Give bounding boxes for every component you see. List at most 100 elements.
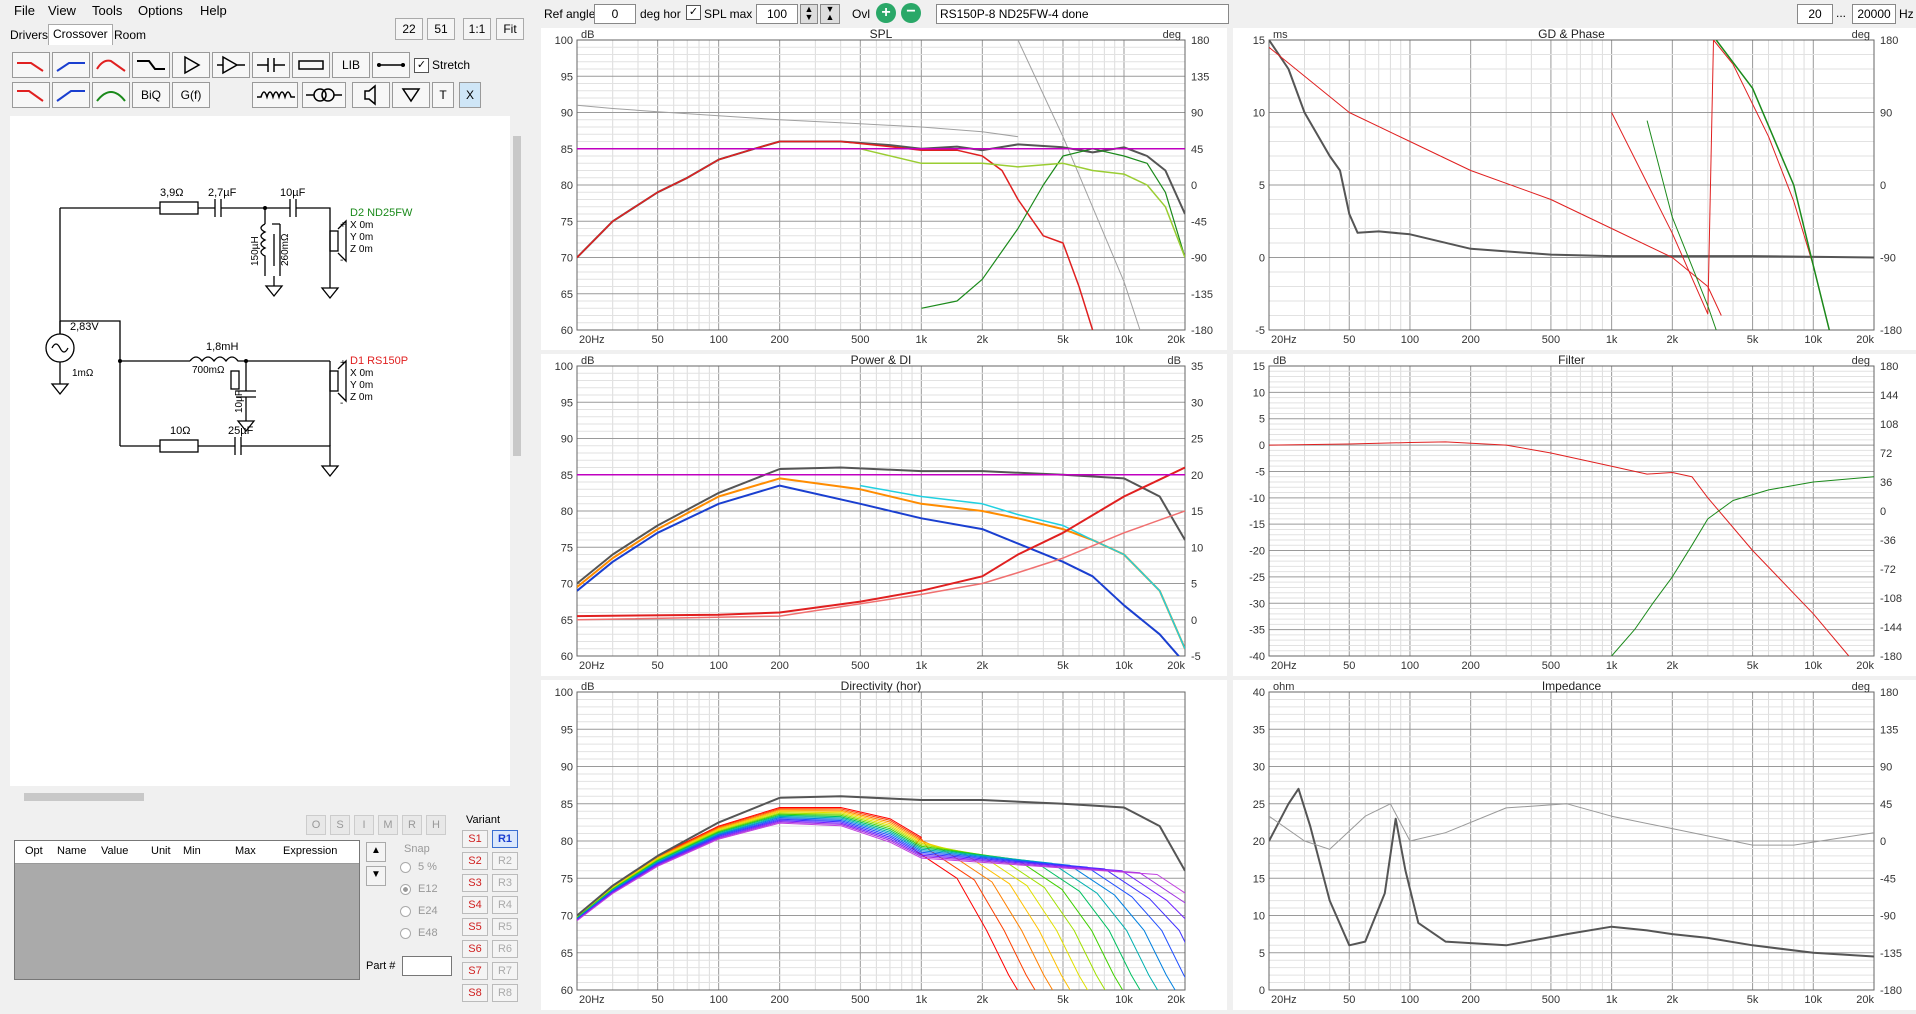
x-tick-20hz: 20Hz [1271, 994, 1297, 1006]
directivity-chart[interactable]: 20Hz 50 100 200 500 1k 2k 5k 10k 20k 100 95 90 85 80 75… [541, 680, 1227, 1010]
allpass-button[interactable] [132, 52, 170, 78]
snap-5pct-radio[interactable] [400, 862, 411, 873]
y-right-tick: -180 [1880, 985, 1902, 997]
library-button[interactable]: LIB [332, 52, 370, 78]
variant-r2-button[interactable]: R2 [492, 852, 518, 870]
opt-m-button[interactable]: M [378, 815, 398, 835]
power-di-chart[interactable]: 20Hz 50 100 200 500 1k 2k 5k 10k 20k 100 95 90 85 80 75… [541, 354, 1227, 676]
y-right-tick: 144 [1880, 390, 1898, 402]
snap-e12-radio[interactable] [400, 884, 411, 895]
menu-options[interactable]: Options [138, 3, 183, 18]
highpass-blue-2-button[interactable] [52, 82, 90, 108]
variant-r4-button[interactable]: R4 [492, 896, 518, 914]
opt-o-button[interactable]: O [306, 815, 326, 835]
move-up-button[interactable]: ▲ [366, 842, 386, 862]
zoom-1to1-button[interactable]: 1:1 [463, 18, 491, 40]
y-left-tick: 25 [1253, 799, 1265, 811]
amplifier-button[interactable] [172, 52, 210, 78]
filter-chart[interactable]: 20Hz 50 100 200 500 1k 2k 5k 10k 20k 15 10 5 0 -5 -10 -1… [1233, 354, 1916, 676]
variant-s4-button[interactable]: S4 [462, 896, 488, 914]
freq-min-input[interactable]: 20 [1797, 4, 1833, 24]
variant-s1-button[interactable]: S1 [462, 830, 488, 848]
highpass-blue-button[interactable] [52, 52, 90, 78]
y-right-tick: 108 [1880, 419, 1898, 431]
snap-e24-radio[interactable] [400, 906, 411, 917]
spl-range-button[interactable]: ▼ ▲ [820, 4, 840, 24]
variant-s7-button[interactable]: S7 [462, 962, 488, 980]
opt-i-button[interactable]: I [354, 815, 374, 835]
move-down-button[interactable]: ▼ [366, 866, 386, 886]
wire-button[interactable] [372, 52, 410, 78]
delete-button[interactable]: X [459, 82, 481, 108]
stretch-checkbox[interactable]: ✓ [414, 58, 429, 73]
bandpass-green-button[interactable] [92, 82, 130, 108]
x-tick-5k: 5k [1747, 660, 1759, 672]
impedance-chart[interactable]: 20Hz 50 100 200 500 1k 2k 5k 10k 20k 40 35 30 25 20 15 1… [1233, 680, 1916, 1010]
hscroll-thumb[interactable] [24, 793, 144, 801]
transfer-function-button[interactable]: G(f) [172, 82, 210, 108]
menu-help[interactable]: Help [200, 3, 227, 18]
snap-e48-radio[interactable] [400, 928, 411, 939]
variant-s5-button[interactable]: S5 [462, 918, 488, 936]
menu-view[interactable]: View [48, 3, 76, 18]
menu-file[interactable]: File [14, 3, 35, 18]
variant-r1-button[interactable]: R1 [492, 830, 518, 848]
variant-r8-button[interactable]: R8 [492, 984, 518, 1002]
variant-r3-button[interactable]: R3 [492, 874, 518, 892]
zoom-51-button[interactable]: 51 [427, 18, 455, 40]
d2-y: Y 0m [350, 232, 373, 243]
y-left-tick: 100 [555, 361, 573, 373]
tab-crossover[interactable]: Crossover [48, 24, 113, 45]
opt-h-button[interactable]: H [426, 815, 446, 835]
spl-max-checkbox[interactable]: ✓ [686, 5, 701, 20]
ref-angle-input[interactable]: 0 [594, 4, 636, 24]
schematic-canvas[interactable]: 3,9Ω 2,7µF 10µF 150µH 260mΩ D2 ND25FW X … [10, 116, 515, 786]
variant-r5-button[interactable]: R5 [492, 918, 518, 936]
opt-r-button[interactable]: R [402, 815, 422, 835]
part-input[interactable] [402, 956, 452, 976]
vscroll-thumb[interactable] [513, 136, 521, 456]
tab-room[interactable]: Room [110, 26, 150, 44]
gd-phase-chart[interactable]: 20Hz 50 100 200 500 1k 2k 5k 10k 20k 15 10 5 0 -5 180 90… [1233, 28, 1916, 350]
col-name: Name [57, 845, 87, 857]
bandpass-red-button[interactable] [92, 52, 130, 78]
opt-s-button[interactable]: S [330, 815, 350, 835]
schematic-vscrollbar[interactable] [510, 116, 524, 786]
speaker-button[interactable] [352, 82, 390, 108]
freq-max-input[interactable]: 20000 [1852, 4, 1896, 24]
lowpass-red-button[interactable] [12, 52, 50, 78]
early-reflections-curve [860, 484, 1185, 650]
spl-max-spinner[interactable]: ▲ ▼ [800, 4, 818, 24]
tab-drivers[interactable]: Drivers [6, 26, 52, 44]
y-left-tick: 90 [561, 434, 573, 446]
variant-r7-button[interactable]: R7 [492, 962, 518, 980]
spl-chart[interactable]: 20Hz 50 100 200 500 1k 2k 5k 10k 20k 100 95 90 85 80 75… [541, 28, 1227, 350]
text-button[interactable]: T [432, 82, 454, 108]
zoom-22-button[interactable]: 22 [395, 18, 423, 40]
variant-s3-button[interactable]: S3 [462, 874, 488, 892]
resistor-button[interactable] [292, 52, 330, 78]
biquad-button[interactable]: BiQ [132, 82, 170, 108]
buffer-button[interactable] [212, 52, 250, 78]
inductor-button[interactable] [252, 82, 298, 108]
spl-max-input[interactable]: 100 [756, 4, 798, 24]
variant-s2-button[interactable]: S2 [462, 852, 488, 870]
fit-button[interactable]: Fit [496, 18, 524, 40]
unit-left: dB [581, 29, 594, 41]
variant-s8-button[interactable]: S8 [462, 984, 488, 1002]
y-left-tick: 35 [1253, 724, 1265, 736]
variant-s6-button[interactable]: S6 [462, 940, 488, 958]
schematic-hscrollbar[interactable] [10, 790, 510, 804]
lowpass-red-2-button[interactable] [12, 82, 50, 108]
overlay-add-button[interactable]: + [876, 3, 896, 23]
variant-r6-button[interactable]: R6 [492, 940, 518, 958]
capacitor-button[interactable] [252, 52, 290, 78]
overlay-remove-button[interactable]: − [901, 3, 921, 23]
parameter-table[interactable]: Opt Name Value Unit Min Max Expression [14, 840, 360, 980]
menu-tools[interactable]: Tools [92, 3, 122, 18]
transformer-button[interactable] [302, 82, 346, 108]
ground-button[interactable] [392, 82, 430, 108]
unit-left: ms [1273, 29, 1288, 41]
x-tick-500: 500 [1542, 994, 1560, 1006]
project-name-field[interactable]: RS150P-8 ND25FW-4 done [936, 4, 1229, 24]
